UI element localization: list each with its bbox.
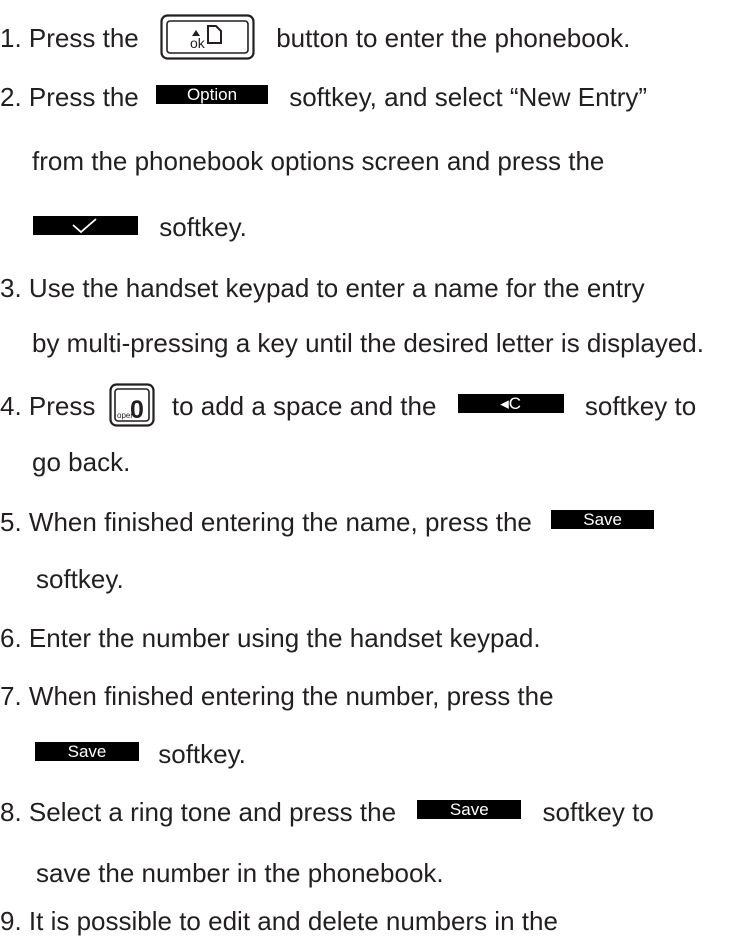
step-text: When finished entering the name, press t… <box>28 507 532 537</box>
step-5-continuation: softkey. <box>36 563 124 595</box>
step-number: 4. <box>0 390 22 421</box>
zero-oper-key-icon: oper 0 <box>109 383 155 427</box>
step-text: Press the <box>28 22 139 53</box>
checkmark-icon <box>72 217 97 233</box>
step-text: from the phonebook options screen and pr… <box>32 146 605 176</box>
step-text: softkey, and select “New Entry” <box>289 82 648 112</box>
step-text: button to enter the phonebook. <box>276 22 631 53</box>
save-softkey: Save <box>551 509 655 529</box>
step-text: by multi-pressing a key until the desire… <box>32 328 704 358</box>
step-text: Use the handset keypad to enter a name f… <box>28 273 645 303</box>
step-number: 6. <box>0 623 22 653</box>
step-text: softkey. <box>159 212 247 242</box>
step-4-continuation: go back. <box>32 446 130 478</box>
step-text: softkey. <box>36 564 124 594</box>
step-text: Select a ring tone and press the <box>28 797 397 827</box>
step-6-line: 6. Enter the number using the handset ke… <box>0 622 541 654</box>
step-text: softkey. <box>158 739 246 769</box>
step-text: softkey to <box>542 797 654 827</box>
step-number: 8. <box>0 797 22 827</box>
step-4-line: 4. Press oper 0 to add a space and the ◂… <box>0 383 697 427</box>
step-7-line: 7. When finished entering the number, pr… <box>0 680 554 712</box>
option-softkey: Option <box>155 84 268 104</box>
step-text: save the number in the phonebook. <box>36 858 444 888</box>
step-text: to add a space and the <box>171 390 437 421</box>
step-7-continuation: Save softkey. <box>35 738 246 770</box>
step-number: 9. <box>0 906 22 936</box>
key-label: ok <box>190 35 206 51</box>
save-softkey: Save <box>417 799 522 819</box>
step-3-continuation: by multi-pressing a key until the desire… <box>32 327 704 359</box>
step-number: 5. <box>0 507 22 537</box>
step-9-line: 9. It is possible to edit and delete num… <box>0 905 558 937</box>
step-3-line: 3. Use the handset keypad to enter a nam… <box>0 272 645 304</box>
step-text: Press <box>28 390 96 421</box>
back-c-softkey: ◂C <box>457 393 564 413</box>
key-digit: 0 <box>130 396 144 424</box>
step-text: When finished entering the number, press… <box>28 681 554 711</box>
step-text: It is possible to edit and delete number… <box>28 906 558 936</box>
step-2-continuation-2: softkey. <box>33 211 247 243</box>
phonebook-ok-key-icon: ok <box>160 14 255 60</box>
step-text: Press the <box>28 82 139 112</box>
step-1-line: 1. Press the ok button to enter the phon… <box>0 14 630 60</box>
step-text: softkey to <box>584 390 697 421</box>
step-2-line: 2. Press the Option softkey, and select … <box>0 81 647 113</box>
step-5-line: 5. When finished entering the name, pres… <box>0 506 655 538</box>
step-number: 2. <box>0 82 22 112</box>
step-8-line: 8. Select a ring tone and press the Save… <box>0 796 654 828</box>
step-number: 1. <box>0 22 22 53</box>
step-2-continuation: from the phonebook options screen and pr… <box>32 145 604 177</box>
step-number: 3. <box>0 273 22 303</box>
step-text: go back. <box>32 447 131 477</box>
step-number: 7. <box>0 681 22 711</box>
step-text: Enter the number using the handset keypa… <box>28 623 541 653</box>
checkmark-softkey <box>33 215 138 235</box>
step-8-continuation: save the number in the phonebook. <box>36 857 444 889</box>
save-softkey: Save <box>35 741 139 761</box>
